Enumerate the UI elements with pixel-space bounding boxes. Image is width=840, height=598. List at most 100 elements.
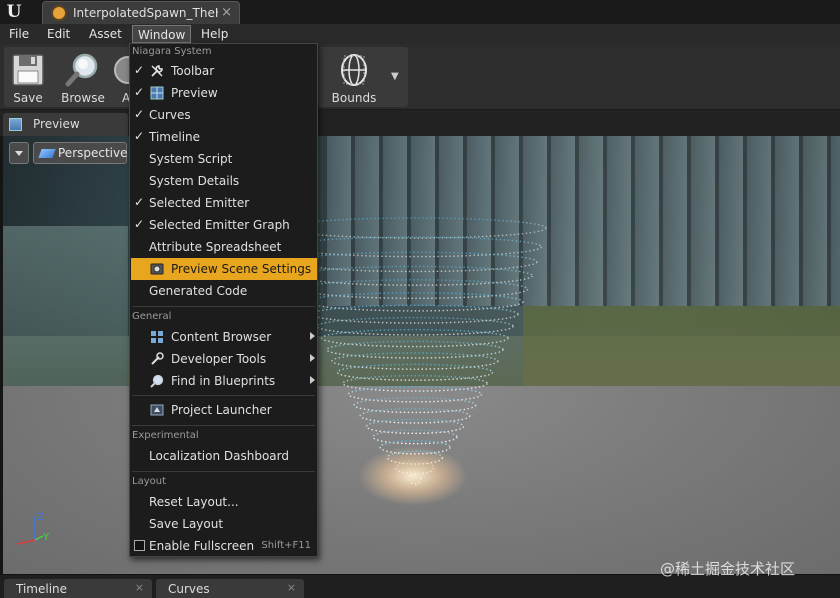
- menu-item-label: Preview: [171, 86, 218, 100]
- save-label: Save: [13, 91, 43, 105]
- menu-item-preview[interactable]: ✓ Preview: [131, 82, 317, 104]
- menu-item-label: Find in Blueprints: [171, 374, 276, 388]
- particle-ring: [311, 304, 519, 324]
- check-icon: ✓: [134, 63, 145, 77]
- fullscreen-checkbox[interactable]: [134, 540, 145, 551]
- bounds-dropdown-arrow-icon[interactable]: ▼: [391, 71, 399, 82]
- menu-item-save-layout[interactable]: Save Layout: [131, 513, 317, 535]
- menu-item-attribute-spreadsheet[interactable]: Attribute Spreadsheet: [131, 236, 317, 258]
- menu-item-label: Selected Emitter: [149, 196, 250, 210]
- check-icon: ✓: [134, 195, 145, 209]
- toolbar-group-file: Save Browse A: [4, 47, 134, 107]
- menu-item-reset-layout[interactable]: Reset Layout...: [131, 491, 317, 513]
- wrench-icon: [151, 65, 163, 77]
- content-browser-icon: [151, 331, 163, 343]
- particle-ring: [316, 316, 514, 336]
- menu-help[interactable]: Help: [196, 25, 233, 43]
- preview-tab-label: Preview: [33, 117, 80, 131]
- tab-curves[interactable]: Curves ×: [156, 579, 304, 598]
- menu-item-generated-code[interactable]: Generated Code: [131, 280, 317, 302]
- section-header-layout: Layout: [132, 476, 166, 487]
- menu-item-label: Developer Tools: [171, 352, 267, 366]
- chevron-down-icon: [15, 151, 23, 156]
- submenu-arrow-icon: [310, 332, 315, 340]
- submenu-arrow-icon: [310, 376, 315, 384]
- tab-timeline-label: Timeline: [16, 582, 68, 596]
- find-icon: [150, 374, 164, 388]
- check-icon: ✓: [134, 85, 145, 99]
- menu-item-system-details[interactable]: System Details: [131, 170, 317, 192]
- menu-item-label: Attribute Spreadsheet: [149, 240, 282, 254]
- axis-gizmo-icon: Z Y: [16, 512, 50, 545]
- check-icon: ✓: [134, 107, 145, 121]
- menu-item-enable-fullscreen[interactable]: Enable Fullscreen Shift+F11: [131, 535, 317, 557]
- menu-item-content-browser[interactable]: Content Browser: [131, 326, 317, 348]
- perspective-icon: [38, 149, 56, 158]
- menu-item-system-script[interactable]: System Script: [131, 148, 317, 170]
- close-tab-icon[interactable]: ×: [221, 5, 232, 20]
- save-button[interactable]: Save: [4, 47, 52, 107]
- menu-item-curves[interactable]: ✓ Curves: [131, 104, 317, 126]
- niagara-asset-icon: [51, 5, 67, 21]
- section-header-niagara: Niagara System: [132, 46, 212, 57]
- menu-item-label: Save Layout: [149, 517, 224, 531]
- menu-separator: [132, 471, 315, 472]
- section-header-general: General: [132, 311, 172, 322]
- menu-separator: [132, 395, 315, 396]
- particle-ring: [353, 397, 477, 414]
- menu-item-label: Enable Fullscreen: [149, 539, 255, 553]
- shortcut-label: Shift+F11: [261, 540, 311, 551]
- menu-separator: [132, 425, 315, 426]
- menu-item-preview-scene-settings[interactable]: Preview Scene Settings: [131, 258, 317, 280]
- preview-panel-tab[interactable]: Preview: [3, 113, 128, 136]
- viewport-options-button[interactable]: [9, 142, 29, 164]
- particle-ring: [283, 217, 547, 239]
- menu-item-label: Content Browser: [171, 330, 272, 344]
- particle-ring: [292, 251, 538, 273]
- menu-edit[interactable]: Edit: [42, 25, 75, 43]
- tab-curves-label: Curves: [168, 582, 210, 596]
- unreal-logo-icon[interactable]: U: [3, 2, 25, 22]
- scene-settings-icon: [150, 263, 164, 275]
- tab-timeline[interactable]: Timeline ×: [4, 579, 152, 598]
- document-tab[interactable]: InterpolatedSpawn_TheHy ×: [42, 1, 240, 24]
- menu-item-localization-dashboard[interactable]: Localization Dashboard: [131, 445, 317, 467]
- viewport-icon: [150, 86, 164, 100]
- section-header-experimental: Experimental: [132, 430, 199, 441]
- gizmo-y-label: Y: [42, 532, 50, 543]
- particle-glow: [358, 446, 468, 506]
- menu-window[interactable]: Window: [132, 25, 192, 43]
- window-menu-dropdown: Niagara System ✓ Toolbar ✓ Preview ✓ Cur…: [129, 43, 318, 557]
- menu-item-label: Selected Emitter Graph: [149, 218, 290, 232]
- menu-item-label: Localization Dashboard: [149, 449, 289, 463]
- preview-tab-row: Preview: [0, 110, 840, 136]
- close-tab-icon[interactable]: ×: [135, 581, 144, 594]
- viewport-icon: [9, 118, 22, 131]
- browse-button[interactable]: Browse: [56, 47, 110, 107]
- menu-item-timeline[interactable]: ✓ Timeline: [131, 126, 317, 148]
- close-tab-icon[interactable]: ×: [287, 581, 296, 594]
- bounds-icon: [341, 54, 367, 86]
- bounds-button[interactable]: Bounds: [324, 47, 384, 107]
- menu-item-label: Preview Scene Settings: [171, 262, 312, 276]
- menu-item-find-in-blueprints[interactable]: Find in Blueprints: [131, 370, 317, 392]
- watermark: @稀土掘金技术社区: [660, 560, 796, 578]
- toolbar: Save Browse A Bounds ▼: [0, 44, 840, 110]
- menu-item-label: Reset Layout...: [149, 495, 239, 509]
- perspective-button[interactable]: Perspective: [33, 142, 128, 164]
- particle-ring: [347, 386, 483, 403]
- menu-file[interactable]: File: [4, 25, 34, 43]
- menu-item-label: Toolbar: [171, 64, 215, 78]
- menu-asset[interactable]: Asset: [84, 25, 127, 43]
- menu-item-label: Curves: [149, 108, 191, 122]
- check-icon: ✓: [134, 217, 145, 231]
- particle-ring: [336, 363, 494, 381]
- menu-item-selected-emitter[interactable]: ✓ Selected Emitter: [131, 192, 317, 214]
- menu-item-selected-emitter-graph[interactable]: ✓ Selected Emitter Graph: [131, 214, 317, 236]
- menu-item-project-launcher[interactable]: Project Launcher: [131, 399, 317, 421]
- menu-item-label: Generated Code: [149, 284, 248, 298]
- menu-item-developer-tools[interactable]: Developer Tools: [131, 348, 317, 370]
- menu-item-label: System Details: [149, 174, 240, 188]
- developer-tools-icon: [151, 352, 164, 365]
- menu-item-toolbar[interactable]: ✓ Toolbar: [131, 60, 317, 82]
